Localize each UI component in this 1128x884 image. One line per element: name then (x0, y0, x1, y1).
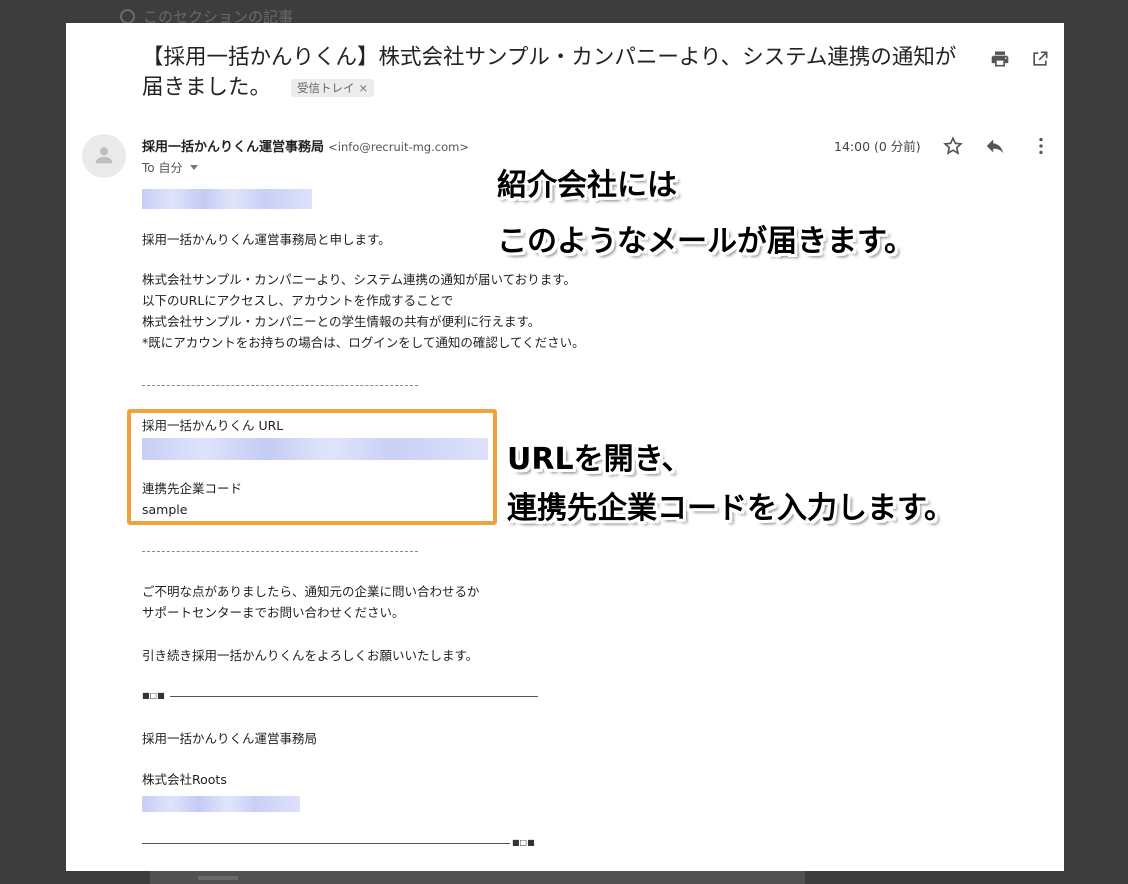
body-paragraph-line: 以下のURLにアクセスし、アカウントを作成することで (142, 293, 454, 308)
sender-name: 採用一括かんりくん運営事務局 (142, 140, 325, 155)
email-subject: 【採用一括かんりくん】株式会社サンプル・カンパニーより、システム連携の通知が届き… (142, 45, 957, 100)
body-paragraph-line: サポートセンターまでお問い合わせください。 (142, 605, 405, 620)
sender-email: <info@recruit-mg.com> (328, 140, 469, 154)
body-closing: 引き続き採用一括かんりくんをよろしくお願いいたします。 (142, 648, 479, 663)
signature-org: 採用一括かんりくん運営事務局 (142, 731, 318, 746)
annotation-note2-line1: URLを開き、 (507, 442, 692, 477)
avatar-icon (95, 147, 113, 164)
chevron-down-icon[interactable] (190, 165, 199, 170)
sender-avatar (82, 134, 126, 178)
inbox-label-chip[interactable]: 受信トレイ × (291, 79, 375, 97)
body-paragraph-line: 株式会社サンプル・カンパニーとの学生情報の共有が便利に行えます。 (142, 314, 541, 329)
body-intro: 採用一括かんりくん運営事務局と申します。 (142, 232, 391, 247)
popout-icon[interactable] (1030, 49, 1050, 69)
more-icon[interactable] (1030, 135, 1052, 157)
signature-rule-bottom (142, 843, 510, 844)
divider (142, 551, 418, 552)
body-paragraph-line: *既にアカウントをお持ちの場合は、ログインをして通知の確認してください。 (142, 335, 585, 350)
recipient-name-redacted (142, 189, 312, 209)
print-icon[interactable] (990, 49, 1010, 69)
annotation-note1-line2: このようなメールが届きます。 (497, 224, 914, 259)
signature-marker-start: ■□■ (142, 691, 165, 700)
search-icon (120, 9, 135, 24)
close-icon[interactable]: × (359, 81, 369, 95)
reply-icon[interactable] (984, 135, 1006, 157)
body-paragraph-line: ご不明な点がありましたら、通知元の企業に問い合わせるか (142, 584, 480, 599)
annotation-note1-line1: 紹介会社には (497, 168, 677, 203)
divider (142, 385, 418, 386)
signature-contact-redacted (142, 796, 300, 812)
star-icon[interactable] (942, 135, 964, 157)
recipient-dropdown[interactable]: To 自分 (142, 159, 199, 176)
signature-company: 株式会社Roots (142, 772, 227, 787)
sender-line: 採用一括かんりくん運営事務局 <info@recruit-mg.com> (142, 136, 469, 155)
highlight-box (127, 409, 497, 525)
signature-rule-top (170, 696, 538, 697)
email-time: 14:00 (0 分前) (834, 139, 921, 154)
annotation-note2-line2: 連携先企業コードを入力します。 (507, 491, 954, 526)
background-footer (150, 870, 805, 884)
signature-marker-end: ■□■ (512, 838, 535, 847)
body-paragraph-line: 株式会社サンプル・カンパニーより、システム連携の通知が届いております。 (142, 272, 577, 287)
